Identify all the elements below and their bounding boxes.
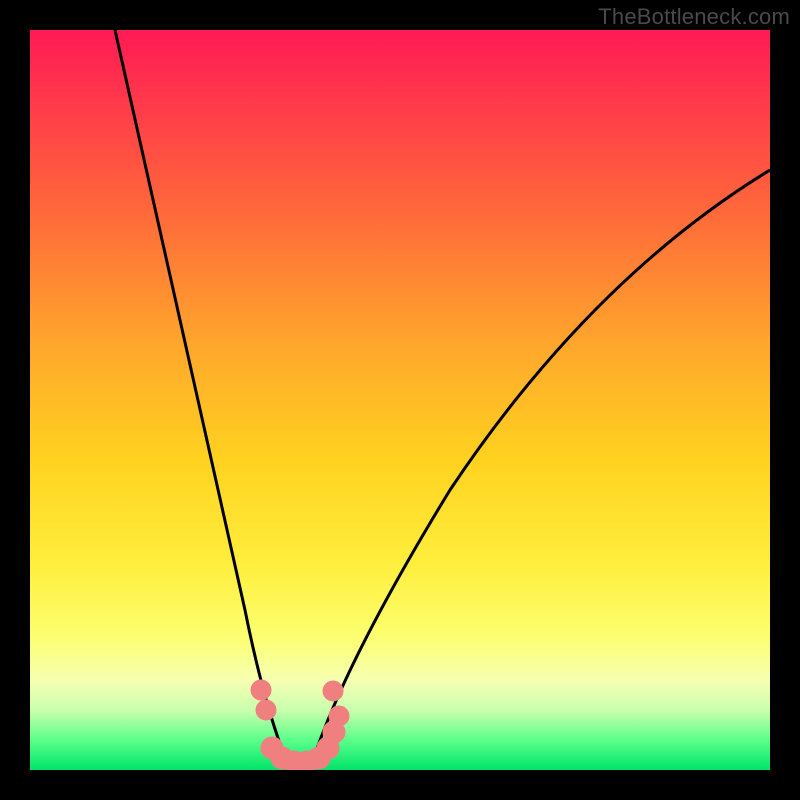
curve-layer (30, 30, 770, 770)
marker-dot (256, 700, 276, 720)
outer-frame: TheBottleneck.com (0, 0, 800, 800)
watermark-text: TheBottleneck.com (598, 4, 790, 30)
marker-dots-group (251, 680, 349, 770)
marker-dot (329, 706, 349, 726)
right-bottleneck-curve (310, 170, 770, 770)
left-bottleneck-curve (115, 30, 290, 770)
plot-area (30, 30, 770, 770)
marker-dot (251, 680, 271, 700)
marker-dot (323, 681, 343, 701)
